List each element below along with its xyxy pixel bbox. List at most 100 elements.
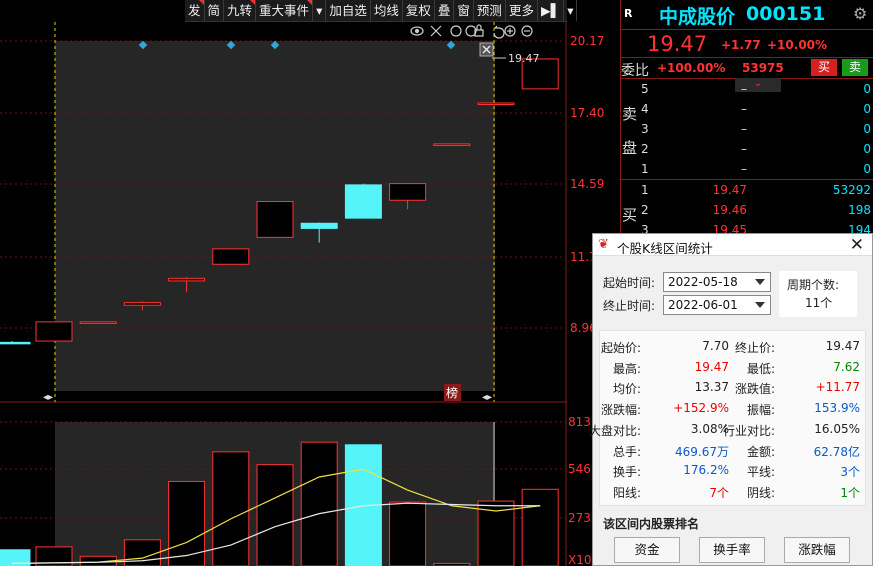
volume-tick-label: 273	[568, 511, 591, 525]
period-box: 周期个数: 11个	[779, 271, 857, 317]
rank-turnover-button[interactable]: 换手率	[699, 537, 765, 563]
volume-bar	[212, 451, 250, 566]
volume-bar	[389, 501, 427, 566]
scissors-icon	[430, 25, 442, 37]
price-tick-label: 17.40	[570, 106, 604, 120]
candle-body	[344, 184, 382, 219]
dialog-title: 个股K线区间统计	[617, 241, 713, 256]
interval-stats-dialog: ❦ 个股K线区间统计 ✕ 起始时间: 2022-05-18 终止时间: 2022…	[589, 233, 873, 566]
stat-value: 3个	[840, 465, 860, 480]
close-icon[interactable]: ✕	[850, 235, 864, 255]
candle-body	[433, 143, 471, 146]
price-change-pct: +10.00%	[767, 38, 828, 52]
stat-label: 最高:	[612, 361, 641, 376]
orderbook-price: –	[741, 142, 747, 156]
dialog-title-bar[interactable]: ❦ 个股K线区间统计 ✕	[593, 234, 872, 256]
drag-handle-right: ◂▸	[482, 392, 492, 403]
candle-body	[35, 321, 73, 342]
candle-body	[300, 222, 338, 229]
candle-body	[0, 341, 31, 345]
chevron-down-icon	[755, 302, 765, 308]
volume-bar	[300, 441, 338, 566]
orderbook-volume: 0	[863, 142, 871, 156]
candle-body	[389, 183, 427, 201]
r-badge: R	[624, 7, 633, 20]
stat-label: 最低:	[746, 361, 775, 376]
stat-label: 平线:	[746, 465, 775, 480]
volume-bar	[168, 480, 206, 566]
stat-label: 涨跌幅:	[600, 403, 641, 418]
rank-fund-button[interactable]: 资金	[614, 537, 680, 563]
sell-side-label-2: 盘	[622, 139, 638, 157]
price-change: +1.77	[721, 38, 761, 52]
orderbook-price: –	[741, 162, 747, 176]
stat-value: 153.9%	[814, 401, 860, 416]
price-tick-label: 20.17	[570, 34, 604, 48]
stat-value: 19.47	[825, 339, 860, 353]
candle-body	[79, 321, 117, 324]
candle-body	[123, 302, 161, 306]
orderbook-level: 4	[641, 102, 649, 116]
weicha-value: 53975	[742, 61, 784, 75]
volume-bar	[123, 539, 161, 566]
orderbook-level: 3	[641, 122, 649, 136]
play-icon	[450, 25, 462, 37]
stat-label: 总手:	[612, 444, 641, 459]
gear-icon[interactable]: ⚙	[853, 4, 867, 23]
candle-body	[477, 102, 515, 105]
buy-side-label: 买	[622, 206, 638, 224]
stat-value: 7.62	[833, 359, 860, 374]
stat-label: 终止价:	[734, 341, 775, 355]
stat-value: 16.05%	[814, 421, 860, 436]
start-time-dropdown[interactable]: 2022-05-18	[663, 272, 771, 292]
volume-bar	[256, 464, 294, 566]
period-label: 周期个数:	[787, 278, 840, 292]
weibi-value: +100.00%	[657, 61, 726, 75]
end-time-label: 终止时间:	[603, 299, 656, 313]
candle-body	[212, 248, 250, 265]
weibi-label: 委比	[621, 63, 649, 79]
orderbook-volume: 0	[863, 122, 871, 136]
orderbook-volume: 53292	[832, 183, 871, 197]
orderbook-volume: 0	[863, 102, 871, 116]
sell-side-label-1: 卖	[622, 105, 638, 123]
orderbook-volume: 0	[863, 82, 871, 96]
stat-label: 阴线:	[746, 485, 775, 500]
orderbook-level: 1	[641, 183, 649, 197]
orderbook-level: 2	[641, 203, 649, 217]
stat-label: 均价:	[612, 382, 641, 397]
undo-icon	[493, 25, 505, 39]
orderbook-level: 5	[641, 82, 649, 96]
orderbook-level: 1	[641, 162, 649, 176]
volume-tick-label: X10	[568, 553, 592, 566]
stat-label: 行业对比:	[722, 423, 775, 438]
sell-button[interactable]: 卖	[842, 59, 868, 76]
stock-name: 中成股价	[659, 6, 736, 28]
svg-text:榜: 榜	[446, 385, 458, 400]
stock-code: 000151	[746, 3, 826, 25]
chevron-down-icon	[755, 279, 765, 285]
orderbook-level: 2	[641, 142, 649, 156]
drag-handle-left: ◂▸	[43, 392, 53, 403]
period-value: 11个	[805, 296, 833, 310]
buy-button[interactable]: 买	[811, 59, 837, 76]
price-tick-label: 14.59	[570, 177, 604, 191]
app-logo-icon: ❦	[598, 237, 609, 252]
last-price: 19.47	[647, 32, 708, 56]
end-time-dropdown[interactable]: 2022-06-01	[663, 295, 771, 315]
orderbook-price: 19.46	[712, 203, 747, 217]
stat-value: 1个	[840, 485, 860, 500]
stat-label: 换手:	[612, 465, 641, 480]
orderbook-volume: 198	[848, 203, 871, 217]
stat-label: 大盘对比:	[588, 423, 641, 438]
rank-change-button[interactable]: 涨跌幅	[784, 537, 850, 563]
orderbook-price: 19.47	[712, 183, 747, 197]
start-time-label: 起始时间:	[603, 276, 656, 290]
orderbook-volume: 0	[863, 162, 871, 176]
lock-icon-shape	[474, 24, 484, 37]
chart-area[interactable]: 20.1717.4014.5911.78.96 813546273X10 19.…	[0, 0, 620, 566]
chart-icon-toolbar	[410, 24, 533, 39]
stat-value: +11.77	[815, 380, 860, 395]
orderbook-price: –	[741, 102, 747, 116]
stat-value: 62.78亿	[813, 444, 860, 459]
